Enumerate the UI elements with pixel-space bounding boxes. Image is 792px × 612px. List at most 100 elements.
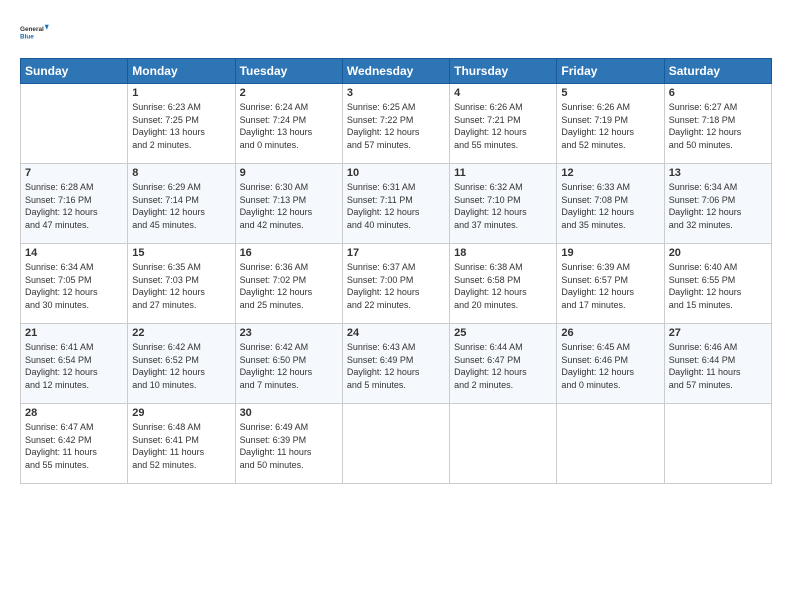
day-info: Sunrise: 6:45 AM Sunset: 6:46 PM Dayligh… (561, 341, 659, 391)
day-info: Sunrise: 6:27 AM Sunset: 7:18 PM Dayligh… (669, 101, 767, 151)
day-number: 23 (240, 327, 338, 339)
calendar-cell: 30 Sunrise: 6:49 AM Sunset: 6:39 PM Dayli… (235, 404, 342, 484)
calendar-cell: 18 Sunrise: 6:38 AM Sunset: 6:58 PM Dayli… (450, 244, 557, 324)
day-info: Sunrise: 6:49 AM Sunset: 6:39 PM Dayligh… (240, 421, 338, 471)
day-number: 20 (669, 247, 767, 259)
calendar-cell: 21 Sunrise: 6:41 AM Sunset: 6:54 PM Dayli… (21, 324, 128, 404)
weekday-header: Friday (557, 59, 664, 84)
weekday-header: Sunday (21, 59, 128, 84)
day-info: Sunrise: 6:35 AM Sunset: 7:03 PM Dayligh… (132, 261, 230, 311)
calendar-week-row: 28 Sunrise: 6:47 AM Sunset: 6:42 PM Dayli… (21, 404, 772, 484)
calendar-cell (664, 404, 771, 484)
calendar-cell: 22 Sunrise: 6:42 AM Sunset: 6:52 PM Dayli… (128, 324, 235, 404)
day-number: 10 (347, 167, 445, 179)
day-number: 14 (25, 247, 123, 259)
day-number: 2 (240, 87, 338, 99)
calendar-cell: 16 Sunrise: 6:36 AM Sunset: 7:02 PM Dayli… (235, 244, 342, 324)
day-number: 26 (561, 327, 659, 339)
calendar-week-row: 7 Sunrise: 6:28 AM Sunset: 7:16 PM Daylig… (21, 164, 772, 244)
calendar-cell: 11Sunrise: 6:32 AM Sunset: 7:10 PM Dayli… (450, 164, 557, 244)
day-number: 28 (25, 407, 123, 419)
day-info: Sunrise: 6:29 AM Sunset: 7:14 PM Dayligh… (132, 181, 230, 231)
day-number: 4 (454, 87, 552, 99)
day-number: 22 (132, 327, 230, 339)
day-number: 16 (240, 247, 338, 259)
calendar-cell: 12Sunrise: 6:33 AM Sunset: 7:08 PM Dayli… (557, 164, 664, 244)
calendar-cell: 7 Sunrise: 6:28 AM Sunset: 7:16 PM Daylig… (21, 164, 128, 244)
calendar-cell: 26 Sunrise: 6:45 AM Sunset: 6:46 PM Dayli… (557, 324, 664, 404)
calendar-cell: 24Sunrise: 6:43 AM Sunset: 6:49 PM Dayli… (342, 324, 449, 404)
day-info: Sunrise: 6:38 AM Sunset: 6:58 PM Dayligh… (454, 261, 552, 311)
calendar-cell: 25 Sunrise: 6:44 AM Sunset: 6:47 PM Dayli… (450, 324, 557, 404)
day-number: 8 (132, 167, 230, 179)
calendar-cell: 10 Sunrise: 6:31 AM Sunset: 7:11 PM Dayli… (342, 164, 449, 244)
weekday-header-row: SundayMondayTuesdayWednesdayThursdayFrid… (21, 59, 772, 84)
calendar-cell: 1 Sunrise: 6:23 AM Sunset: 7:25 PM Daylig… (128, 84, 235, 164)
svg-text:Blue: Blue (20, 33, 34, 40)
day-info: Sunrise: 6:47 AM Sunset: 6:42 PM Dayligh… (25, 421, 123, 471)
calendar-cell: 13Sunrise: 6:34 AM Sunset: 7:06 PM Dayli… (664, 164, 771, 244)
svg-text:General: General (20, 26, 44, 33)
calendar-page: GeneralBlue SundayMondayTuesdayWednesday… (0, 0, 792, 612)
day-number: 21 (25, 327, 123, 339)
day-number: 25 (454, 327, 552, 339)
calendar-cell (342, 404, 449, 484)
day-info: Sunrise: 6:31 AM Sunset: 7:11 PM Dayligh… (347, 181, 445, 231)
calendar-cell: 5 Sunrise: 6:26 AM Sunset: 7:19 PM Daylig… (557, 84, 664, 164)
day-info: Sunrise: 6:30 AM Sunset: 7:13 PM Dayligh… (240, 181, 338, 231)
calendar-cell (21, 84, 128, 164)
day-info: Sunrise: 6:39 AM Sunset: 6:57 PM Dayligh… (561, 261, 659, 311)
calendar-week-row: 14 Sunrise: 6:34 AM Sunset: 7:05 PM Dayli… (21, 244, 772, 324)
weekday-header: Wednesday (342, 59, 449, 84)
calendar-cell (557, 404, 664, 484)
day-number: 5 (561, 87, 659, 99)
calendar-cell (450, 404, 557, 484)
calendar-cell: 2 Sunrise: 6:24 AM Sunset: 7:24 PM Daylig… (235, 84, 342, 164)
day-info: Sunrise: 6:46 AM Sunset: 6:44 PM Dayligh… (669, 341, 767, 391)
day-info: Sunrise: 6:43 AM Sunset: 6:49 PM Dayligh… (347, 341, 445, 391)
calendar-table: SundayMondayTuesdayWednesdayThursdayFrid… (20, 58, 772, 484)
day-number: 17 (347, 247, 445, 259)
day-number: 29 (132, 407, 230, 419)
calendar-cell: 23 Sunrise: 6:42 AM Sunset: 6:50 PM Dayli… (235, 324, 342, 404)
calendar-cell: 4 Sunrise: 6:26 AM Sunset: 7:21 PM Daylig… (450, 84, 557, 164)
calendar-cell: 3Sunrise: 6:25 AM Sunset: 7:22 PM Daylig… (342, 84, 449, 164)
day-info: Sunrise: 6:26 AM Sunset: 7:19 PM Dayligh… (561, 101, 659, 151)
day-number: 12 (561, 167, 659, 179)
day-info: Sunrise: 6:42 AM Sunset: 6:52 PM Dayligh… (132, 341, 230, 391)
calendar-cell: 20 Sunrise: 6:40 AM Sunset: 6:55 PM Dayli… (664, 244, 771, 324)
calendar-cell: 6 Sunrise: 6:27 AM Sunset: 7:18 PM Daylig… (664, 84, 771, 164)
day-number: 11 (454, 167, 552, 179)
day-number: 7 (25, 167, 123, 179)
weekday-header: Thursday (450, 59, 557, 84)
day-info: Sunrise: 6:25 AM Sunset: 7:22 PM Dayligh… (347, 101, 445, 151)
day-info: Sunrise: 6:23 AM Sunset: 7:25 PM Dayligh… (132, 101, 230, 151)
day-number: 18 (454, 247, 552, 259)
day-info: Sunrise: 6:41 AM Sunset: 6:54 PM Dayligh… (25, 341, 123, 391)
day-info: Sunrise: 6:44 AM Sunset: 6:47 PM Dayligh… (454, 341, 552, 391)
weekday-header: Saturday (664, 59, 771, 84)
weekday-header: Monday (128, 59, 235, 84)
day-info: Sunrise: 6:34 AM Sunset: 7:05 PM Dayligh… (25, 261, 123, 311)
calendar-cell: 19Sunrise: 6:39 AM Sunset: 6:57 PM Dayli… (557, 244, 664, 324)
day-number: 9 (240, 167, 338, 179)
day-number: 30 (240, 407, 338, 419)
day-number: 6 (669, 87, 767, 99)
day-info: Sunrise: 6:40 AM Sunset: 6:55 PM Dayligh… (669, 261, 767, 311)
header: GeneralBlue (20, 16, 772, 48)
day-info: Sunrise: 6:24 AM Sunset: 7:24 PM Dayligh… (240, 101, 338, 151)
day-info: Sunrise: 6:36 AM Sunset: 7:02 PM Dayligh… (240, 261, 338, 311)
day-info: Sunrise: 6:42 AM Sunset: 6:50 PM Dayligh… (240, 341, 338, 391)
day-info: Sunrise: 6:34 AM Sunset: 7:06 PM Dayligh… (669, 181, 767, 231)
day-number: 15 (132, 247, 230, 259)
day-info: Sunrise: 6:28 AM Sunset: 7:16 PM Dayligh… (25, 181, 123, 231)
calendar-week-row: 21 Sunrise: 6:41 AM Sunset: 6:54 PM Dayli… (21, 324, 772, 404)
calendar-cell: 28 Sunrise: 6:47 AM Sunset: 6:42 PM Dayli… (21, 404, 128, 484)
weekday-header: Tuesday (235, 59, 342, 84)
calendar-cell: 15 Sunrise: 6:35 AM Sunset: 7:03 PM Dayli… (128, 244, 235, 324)
calendar-cell: 9 Sunrise: 6:30 AM Sunset: 7:13 PM Daylig… (235, 164, 342, 244)
day-number: 1 (132, 87, 230, 99)
calendar-cell: 17Sunrise: 6:37 AM Sunset: 7:00 PM Dayli… (342, 244, 449, 324)
day-info: Sunrise: 6:26 AM Sunset: 7:21 PM Dayligh… (454, 101, 552, 151)
calendar-cell: 8 Sunrise: 6:29 AM Sunset: 7:14 PM Daylig… (128, 164, 235, 244)
